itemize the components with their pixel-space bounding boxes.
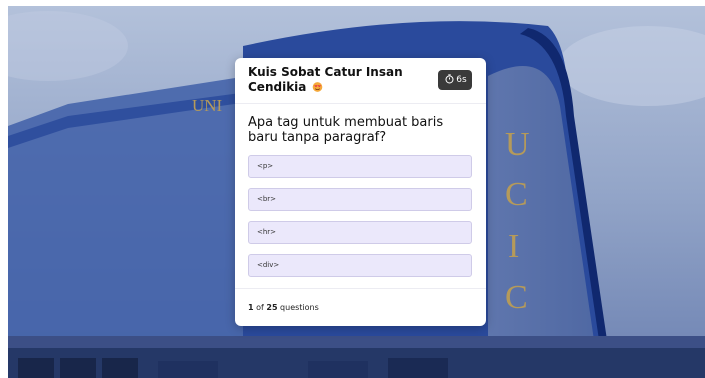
timer-value: 6s <box>456 75 467 85</box>
quiz-card: Kuis Sobat Catur Insan Cendikia 6s Apa t… <box>235 58 486 326</box>
building-letter-3: I <box>508 228 519 265</box>
quiz-title: Kuis Sobat Catur Insan Cendikia <box>248 65 428 95</box>
progress-total: 25 <box>266 303 278 312</box>
stopwatch-icon <box>445 74 454 84</box>
answer-option-2[interactable]: <br> <box>248 188 472 211</box>
answer-option-4[interactable]: <div> <box>248 254 472 277</box>
smiling-face-with-heart-eyes-icon <box>312 82 322 92</box>
progress-suffix: questions <box>277 303 319 312</box>
building-letter-1: U <box>505 126 530 163</box>
building-letter-4: C <box>505 279 528 316</box>
answer-option-1[interactable]: <p> <box>248 155 472 178</box>
question-progress: 1 of 25 questions <box>248 303 319 312</box>
answer-options: <p> <br> <hr> <div> <box>248 155 472 287</box>
question-text: Apa tag untuk membuat baris baru tanpa p… <box>248 115 444 145</box>
quiz-header: Kuis Sobat Catur Insan Cendikia 6s <box>235 58 486 104</box>
building-sign-left: UNI <box>192 96 223 115</box>
quiz-title-text: Kuis Sobat Catur Insan Cendikia <box>248 65 403 94</box>
building-letter-2: C <box>505 176 528 213</box>
answer-option-3[interactable]: <hr> <box>248 221 472 244</box>
progress-separator: of <box>253 303 267 312</box>
timer-badge: 6s <box>438 70 472 90</box>
quiz-footer: 1 of 25 questions <box>235 288 486 326</box>
